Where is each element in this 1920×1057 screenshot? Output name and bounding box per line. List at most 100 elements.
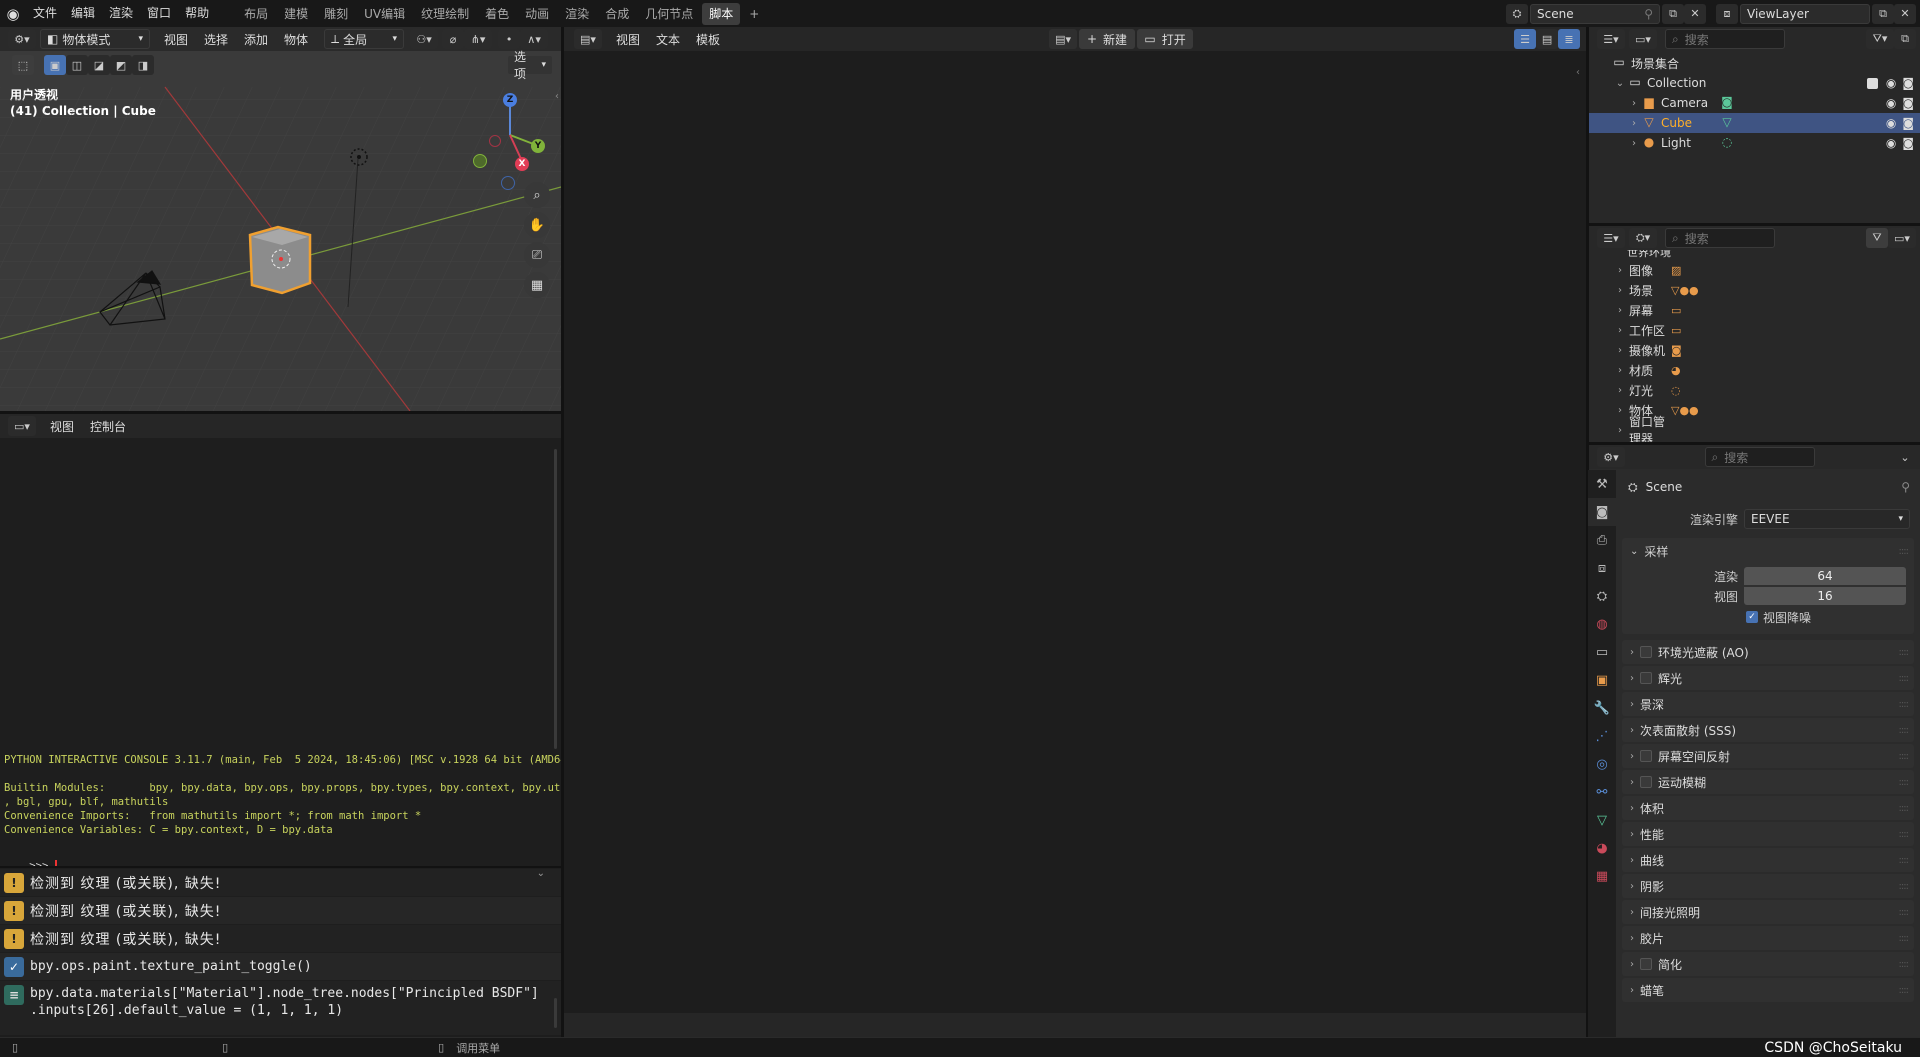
syntax-highlight-icon[interactable]: ≣ xyxy=(1558,29,1581,49)
report-row[interactable]: ! 检测到 纹理 (或关联), 缺失! xyxy=(0,896,561,924)
new-text-button[interactable]: + 新建 xyxy=(1079,29,1136,49)
pan-hand-icon[interactable]: ✋ xyxy=(524,212,550,238)
denoise-row[interactable]: ✓ 视图降噪 xyxy=(1622,606,1914,628)
props-options-icon[interactable]: ⌄ xyxy=(1894,447,1916,467)
expand-chevron-icon[interactable]: › xyxy=(1613,285,1627,296)
text-editor-menu-item[interactable]: 模板 xyxy=(688,31,728,48)
python-console[interactable]: ▭▾ 视图 控制台 PYTHON INTERACTIVE CONSOLE 3.11… xyxy=(0,414,561,866)
select-intersect-icon[interactable]: ◨ xyxy=(132,55,154,75)
pin-icon[interactable]: ⚲ xyxy=(1644,7,1653,21)
open-text-button[interactable]: ▭ 打开 xyxy=(1137,29,1194,49)
blend-item-row[interactable]: › 工作区 ▭ xyxy=(1589,320,1920,340)
falloff-icon[interactable]: ∧▾ xyxy=(520,29,549,49)
property-section-header[interactable]: › 胶片:::: xyxy=(1622,926,1914,950)
drag-grip-icon[interactable]: :::: xyxy=(1899,933,1910,944)
blend-item-row[interactable]: › 材质 ◕ xyxy=(1589,360,1920,380)
console-scrollbar[interactable] xyxy=(554,449,557,749)
workspace-tab[interactable]: UV编辑 xyxy=(357,3,412,25)
sampling-header[interactable]: ⌄ 采样 :::: xyxy=(1622,538,1914,564)
visibility-eye-icon[interactable]: ◉ xyxy=(1886,116,1896,130)
property-section-header[interactable]: › 屏幕空间反射:::: xyxy=(1622,744,1914,768)
main-menu-item[interactable]: 窗口 xyxy=(140,0,178,27)
workspace-tab[interactable]: 布局 xyxy=(237,3,275,25)
blend-item-row[interactable]: › 窗口管理器 xyxy=(1589,415,1920,442)
pin-context-icon[interactable]: ⚲ xyxy=(1901,480,1910,494)
proportional-edit-icon[interactable]: • xyxy=(498,29,521,49)
blend-item-row[interactable]: › 摄像机 ◙ xyxy=(1589,340,1920,360)
object-tab-icon[interactable]: ▣ xyxy=(1588,666,1616,694)
expand-chevron-icon[interactable]: ⌄ xyxy=(1613,78,1627,89)
select-new-icon[interactable]: ▣ xyxy=(44,55,66,75)
particles-tab-icon[interactable]: ⋰ xyxy=(1588,722,1616,750)
expand-chevron-icon[interactable]: › xyxy=(1627,138,1641,149)
outliner-search-field[interactable]: ⌕ 搜索 xyxy=(1665,29,1785,49)
denoise-checkbox[interactable]: ✓ xyxy=(1746,611,1758,623)
collection-tab-icon[interactable]: ▭ xyxy=(1588,638,1616,666)
drag-grip-icon[interactable]: :::: xyxy=(1899,725,1910,736)
property-section-header[interactable]: › 体积:::: xyxy=(1622,796,1914,820)
visibility-eye-icon[interactable]: ◉ xyxy=(1886,76,1896,90)
render-engine-dropdown[interactable]: EEVEE ▾ xyxy=(1744,509,1910,529)
expand-chevron-icon[interactable]: › xyxy=(1613,345,1627,356)
constraints-tab-icon[interactable]: ⚯ xyxy=(1588,778,1616,806)
drag-grip-icon[interactable]: :::: xyxy=(1899,855,1910,866)
world-tab-icon[interactable]: ◍ xyxy=(1588,610,1616,638)
console-editor-type-icon[interactable]: ▭▾ xyxy=(8,416,36,436)
drag-grip-icon[interactable]: :::: xyxy=(1899,803,1910,814)
info-editor[interactable]: ⌄ ! 检测到 纹理 (或关联), 缺失!! 检测到 纹理 (或关联), 缺失!! 检… xyxy=(0,868,561,1035)
text-browse-icon[interactable]: ▤▾ xyxy=(1049,29,1078,49)
mode-dropdown[interactable]: ◧ 物体模式 ▾ xyxy=(40,29,150,49)
render-tab-icon[interactable]: ◙ xyxy=(1588,498,1616,526)
property-section-header[interactable]: › 蜡笔:::: xyxy=(1622,978,1914,1002)
main-menu-item[interactable]: 编辑 xyxy=(64,0,102,27)
blend-filter-icon[interactable]: ⛛ xyxy=(1866,228,1888,248)
sidebar-toggle-icon[interactable]: ‹ xyxy=(555,91,559,102)
text-editor-type-icon[interactable]: ▤▾ xyxy=(574,29,602,49)
props-editor-type-icon[interactable]: ⚙▾ xyxy=(1597,447,1625,467)
collapse-chevron-icon[interactable]: ⌄ xyxy=(537,868,545,879)
workspace-tab[interactable]: 脚本 xyxy=(702,2,741,25)
info-scrollbar[interactable] xyxy=(554,998,557,1028)
expand-chevron-icon[interactable]: › xyxy=(1613,405,1627,416)
report-row[interactable]: ≡ bpy.data.materials["Material"].node_tre… xyxy=(0,980,561,1026)
console-menu-item[interactable]: 控制台 xyxy=(82,418,134,435)
perspective-grid-icon[interactable]: ▦ xyxy=(524,272,550,298)
text-editor-menu-item[interactable]: 文本 xyxy=(648,31,688,48)
section-enable-checkbox[interactable] xyxy=(1640,776,1652,788)
snap-icon[interactable]: ⌀ xyxy=(442,29,465,49)
scene-icon[interactable]: ⛭ xyxy=(1506,3,1528,24)
drag-grip-icon[interactable]: :::: xyxy=(1899,647,1910,658)
property-section-header[interactable]: › 环境光遮蔽 (AO):::: xyxy=(1622,640,1914,664)
blend-editor-type-icon[interactable]: ☰▾ xyxy=(1597,228,1625,248)
text-sidebar-toggle-icon[interactable]: ‹ xyxy=(1576,67,1580,78)
pivot-icon[interactable]: ⚇▾ xyxy=(410,29,439,49)
visibility-eye-icon[interactable]: ◉ xyxy=(1886,136,1896,150)
workspace-tab[interactable]: 渲染 xyxy=(558,3,596,25)
tweak-tool-icon[interactable]: ⬚ xyxy=(12,55,34,75)
gizmo-y-icon[interactable]: Y xyxy=(531,139,545,153)
camera-view-icon[interactable]: ⎚ xyxy=(524,242,550,268)
select-extend-icon[interactable]: ◫ xyxy=(66,55,88,75)
view-layer-tab-icon[interactable]: ⧈ xyxy=(1588,554,1616,582)
blend-item-row[interactable]: › 灯光 ◌ xyxy=(1589,380,1920,400)
console-menu-item[interactable]: 视图 xyxy=(42,418,82,435)
expand-chevron-icon[interactable]: › xyxy=(1613,325,1627,336)
render-camera-icon[interactable]: ◙ xyxy=(1902,136,1914,150)
property-section-header[interactable]: › 简化:::: xyxy=(1622,952,1914,976)
blend-item-row[interactable]: › 屏幕 ▭ xyxy=(1589,300,1920,320)
blend-display-mode-icon[interactable]: ⛭▾ xyxy=(1629,228,1657,248)
report-row[interactable]: ! 检测到 纹理 (或关联), 缺失! xyxy=(0,868,561,896)
blend-cleanup-icon[interactable]: ▭▾ xyxy=(1888,228,1916,248)
expand-chevron-icon[interactable]: › xyxy=(1613,305,1627,316)
viewport-menu-item[interactable]: 添加 xyxy=(236,31,276,48)
tool-tab-icon[interactable]: ⚒ xyxy=(1588,470,1616,498)
outliner-object-row[interactable]: › ▽ Cube ▽ ◉ ◙ xyxy=(1589,113,1920,133)
delete-view-layer-icon[interactable]: ✕ xyxy=(1894,3,1916,24)
workspace-tab[interactable]: 合成 xyxy=(598,3,636,25)
data-tab-icon[interactable]: ▽ xyxy=(1588,806,1616,834)
scene-field[interactable]: Scene ⚲ xyxy=(1530,3,1660,24)
select-invert-icon[interactable]: ◩ xyxy=(110,55,132,75)
console-prompt[interactable]: >>> xyxy=(4,845,57,866)
viewport-menu-item[interactable]: 选择 xyxy=(196,31,236,48)
section-enable-checkbox[interactable] xyxy=(1640,646,1652,658)
